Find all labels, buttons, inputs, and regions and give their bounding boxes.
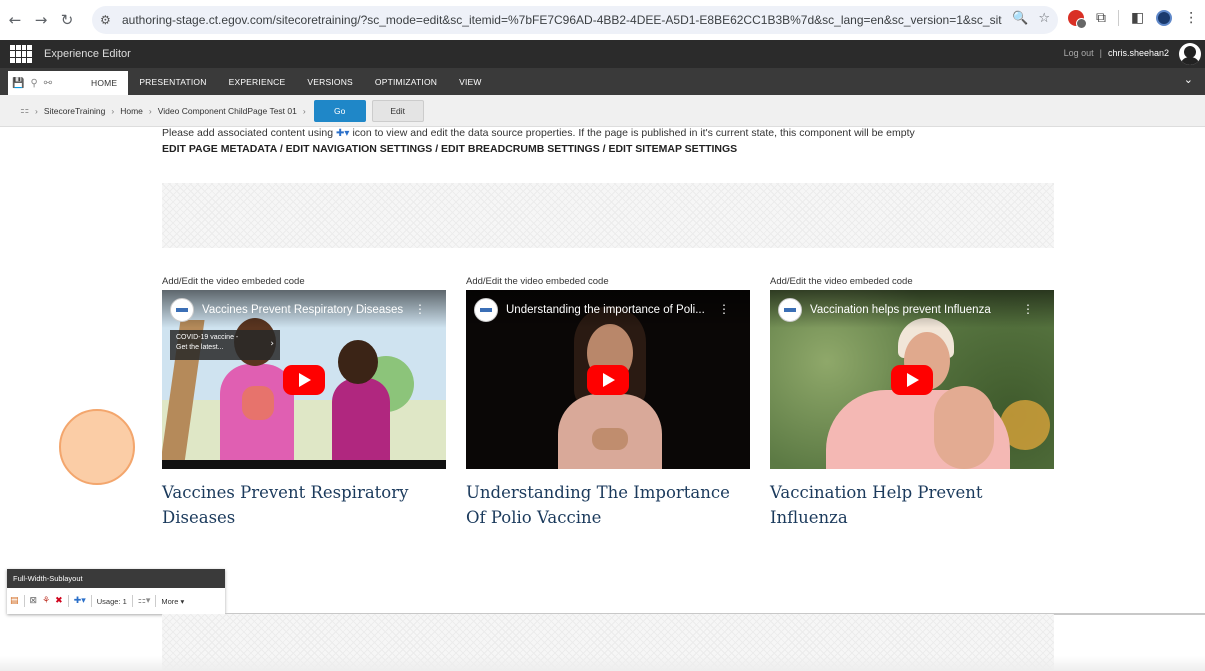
video-title[interactable]: Understanding the importance of Poli... [506,304,705,316]
sublayout-toolbar: Full-Width-Sublayout ▤ ⊠ ⚘ ✖ ✚▾ Usage: 1… [7,569,225,614]
breadcrumb-item-current[interactable]: Video Component ChildPage Test 01 [158,106,297,116]
site-settings-icon[interactable]: ⚙ [100,13,118,27]
breadcrumb-separator: › [111,105,115,116]
sitecore-grid-icon[interactable] [10,45,32,63]
chevron-down-icon[interactable]: ⌄ [1184,73,1193,86]
experience-editor-header: Experience Editor Log out | chris.sheeha… [0,40,1205,68]
usage-count[interactable]: Usage: 1 [97,597,127,606]
extension-icon[interactable] [1068,10,1087,29]
video-caption: Understanding The Importance Of Polio Va… [466,483,730,527]
video-title[interactable]: Vaccines Prevent Respiratory Diseases [202,304,403,316]
video-player[interactable]: Vaccination helps prevent Influenza ⋮ [770,290,1054,469]
tree-dropdown-icon[interactable]: ⚏▾ [138,596,151,606]
tab-view[interactable]: VIEW [448,68,493,95]
extensions-puzzle-icon[interactable]: ⧉ [1096,10,1106,26]
tool-separator [23,595,25,607]
datasource-notice: Please add associated content using ✚▾ ico… [162,127,915,139]
back-icon[interactable]: ← [4,11,26,29]
tab-home[interactable]: HOME [80,71,129,95]
ribbon-tabs: 💾 ⚲ ⚯ HOME PRESENTATION EXPERIENCE VERSI… [0,68,1205,95]
more-vertical-icon[interactable]: ⋮ [718,302,730,316]
quick-access-toolbar: 💾 ⚲ ⚯ [8,71,80,95]
video-embed-label[interactable]: Add/Edit the video embeded code [466,276,751,290]
datasource-icon: ✚▾ [336,128,350,139]
breadcrumb-item-home[interactable]: Home [120,106,143,116]
search-icon[interactable]: ⚲ [30,78,37,89]
tool-separator [67,595,69,607]
click-indicator [59,409,135,485]
tooltip-line: COVID-19 vaccine - [176,334,239,341]
tab-optimization[interactable]: OPTIMIZATION [364,68,448,95]
editor-title: Experience Editor [44,48,131,60]
chevron-right-icon[interactable]: › [270,339,274,349]
tool-separator [131,595,133,607]
tooltip-line: Get the latest... [176,344,224,351]
user-avatar[interactable] [1179,43,1201,65]
delete-icon[interactable]: ✖ [55,596,63,606]
video-card: Add/Edit the video embeded code Vaccines… [162,276,447,530]
more-vertical-icon[interactable]: ⋮ [414,302,426,316]
bottom-fade [0,656,1205,671]
more-vertical-icon[interactable]: ⋮ [1022,302,1034,316]
go-button[interactable]: Go [313,99,366,122]
notice-text-end: icon to view and edit the data source pr… [352,127,915,139]
play-icon[interactable] [891,365,933,395]
address-bar[interactable]: ⚙ authoring-stage.ct.egov.com/sitecoretr… [92,6,1058,34]
video-player[interactable]: Vaccines Prevent Respiratory Diseases ⋮ … [162,290,446,469]
video-player[interactable]: Understanding the importance of Poli... … [466,290,750,469]
more-label: More [161,596,179,606]
username: chris.sheehan2 [1107,48,1169,58]
video-caption: Vaccination Help Prevent Influenza [770,483,983,527]
logout-link[interactable]: Log out [1064,48,1094,58]
video-card: Add/Edit the video embeded code Understa… [466,276,751,530]
datasource-dropdown-icon[interactable]: ✚▾ [74,596,86,606]
sublayout-name: Full-Width-Sublayout [7,569,225,588]
tab-experience[interactable]: EXPERIENCE [218,68,297,95]
breadcrumb-separator: › [302,105,306,116]
video-caption: Vaccines Prevent Respiratory Diseases [162,483,409,527]
save-icon[interactable]: 💾 [12,78,24,89]
breadcrumb-separator: › [34,105,38,116]
empty-placeholder[interactable] [162,183,1054,248]
notice-text-start: Please add associated content using [162,127,334,139]
channel-logo[interactable] [474,298,498,322]
browser-toolbar: ← → ↻ ⚙ authoring-stage.ct.egov.com/site… [0,0,1205,40]
play-icon[interactable] [587,365,629,395]
channel-logo[interactable] [778,298,802,322]
tab-presentation[interactable]: PRESENTATION [128,68,217,95]
tool-separator [155,595,157,607]
tab-versions[interactable]: VERSIONS [296,68,364,95]
header-separator: | [1099,48,1102,58]
share-icon[interactable]: ⚯ [44,78,52,89]
side-panel-icon[interactable]: ◧ [1131,10,1144,26]
breadcrumb-item-sitecoretraining[interactable]: SitecoreTraining [44,106,106,116]
forward-icon[interactable]: → [30,11,52,29]
breadcrumb-separator: › [148,105,152,116]
bookmark-star-icon[interactable]: ☆ [1038,11,1050,26]
breadcrumb: ⚏ › SitecoreTraining › Home › Video Comp… [0,95,1205,127]
tree-icon[interactable]: ⚏ [20,105,29,116]
video-embed-label[interactable]: Add/Edit the video embeded code [162,276,447,290]
browser-menu-icon[interactable]: ⋮ [1184,10,1198,26]
edit-button[interactable]: Edit [371,99,424,122]
channel-logo[interactable] [170,298,194,322]
video-embed-label[interactable]: Add/Edit the video embeded code [770,276,1055,290]
tool-separator [90,595,92,607]
zoom-icon[interactable]: 🔍 [1012,11,1028,26]
personalize-icon[interactable]: ⚘ [42,596,50,606]
profile-avatar[interactable] [1156,10,1173,26]
reload-icon[interactable]: ↻ [56,11,78,29]
play-icon[interactable] [283,365,325,395]
toolbar-divider [1118,10,1119,26]
suggested-video-tooltip[interactable]: COVID-19 vaccine - Get the latest... › [170,330,280,360]
video-title[interactable]: Vaccination helps prevent Influenza [810,304,991,316]
url-text[interactable]: authoring-stage.ct.egov.com/sitecoretrai… [122,13,1002,27]
metadata-edit-links[interactable]: EDIT PAGE METADATA / EDIT NAVIGATION SET… [162,143,737,155]
video-card: Add/Edit the video embeded code Vaccinat… [770,276,1055,530]
edit-properties-icon[interactable]: ⊠ [30,596,38,606]
component-icon[interactable]: ▤ [10,596,19,606]
more-dropdown[interactable]: More ▾ [161,597,184,606]
